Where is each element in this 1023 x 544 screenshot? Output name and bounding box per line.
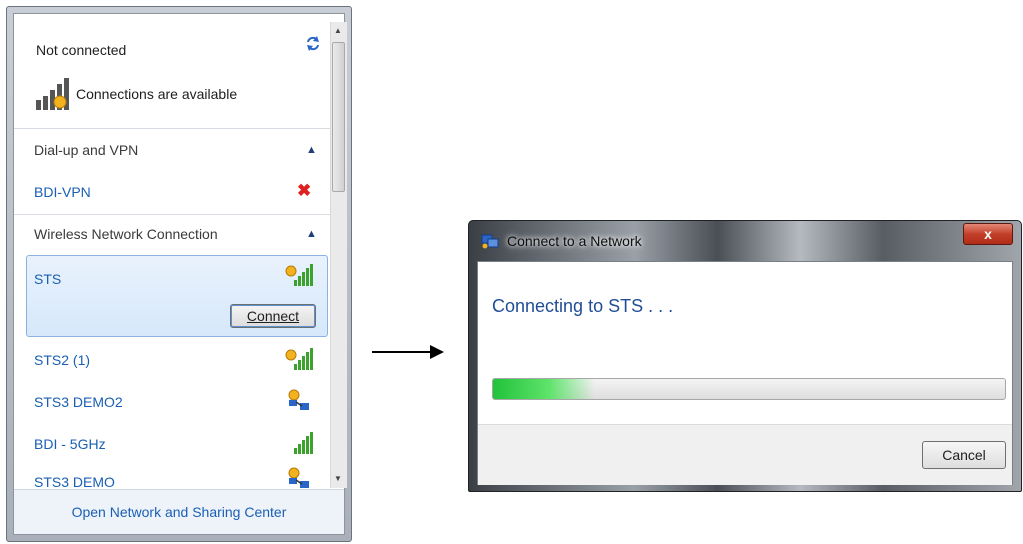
scroll-up-arrow-icon[interactable]: ▲ xyxy=(334,26,342,35)
network-item-sts3-demo2[interactable]: STS3 DEMO2 xyxy=(34,394,123,410)
network-flyout: Not connected Connections are available … xyxy=(6,6,352,542)
dialog-title: Connect to a Network xyxy=(507,233,642,249)
progress-bar xyxy=(492,378,1006,400)
connecting-message: Connecting to STS . . . xyxy=(492,296,674,316)
adhoc-network-icon xyxy=(286,466,312,488)
progress-bar-fill xyxy=(493,379,596,399)
connect-to-network-dialog: Connect to a Network x Connecting to STS… xyxy=(468,220,1022,492)
section-header-wireless[interactable]: Wireless Network Connection xyxy=(34,226,218,242)
connection-status-subtitle: Connections are available xyxy=(76,86,238,102)
dialog-body: Connecting to STS . . . Cancel xyxy=(477,261,1013,485)
network-item-sts2[interactable]: STS2 (1) xyxy=(34,352,90,368)
vertical-scrollbar[interactable]: ▲ ▼ xyxy=(330,22,347,488)
scroll-down-arrow-icon[interactable]: ▼ xyxy=(334,474,342,483)
collapse-chevron-icon[interactable]: ▲ xyxy=(306,144,317,156)
wifi-signal-icon xyxy=(284,262,314,293)
flow-arrow-head-icon xyxy=(430,345,444,359)
network-list-panel: Not connected Connections are available … xyxy=(13,13,347,535)
scrollbar-thumb[interactable] xyxy=(332,42,345,192)
adhoc-network-icon xyxy=(286,388,312,419)
section-header-dialup[interactable]: Dial-up and VPN xyxy=(34,142,138,158)
signal-bars-star-icon xyxy=(34,76,74,117)
dialog-footer: Cancel xyxy=(478,424,1012,485)
connect-button-label: Connect xyxy=(246,308,300,324)
connection-status-title: Not connected xyxy=(36,42,127,58)
wifi-signal-icon xyxy=(284,430,314,461)
network-item-sts3-demo[interactable]: STS3 DEMO xyxy=(34,474,115,488)
close-button[interactable]: x xyxy=(963,223,1013,245)
network-name-sts[interactable]: STS xyxy=(34,271,61,287)
connect-button[interactable]: Connect xyxy=(230,304,316,328)
open-network-sharing-center-link[interactable]: Open Network and Sharing Center xyxy=(14,504,344,520)
cancel-button[interactable]: Cancel xyxy=(922,441,1006,469)
flyout-footer: Open Network and Sharing Center xyxy=(14,489,344,534)
red-x-icon: ✖ xyxy=(297,181,312,200)
flow-arrow-line xyxy=(372,351,432,353)
wifi-signal-icon xyxy=(284,346,314,377)
refresh-icon[interactable] xyxy=(304,34,322,57)
collapse-chevron-icon[interactable]: ▲ xyxy=(306,228,317,240)
network-item-bdi-5ghz[interactable]: BDI - 5GHz xyxy=(34,436,106,452)
divider xyxy=(14,128,330,129)
network-item-bdi-vpn[interactable]: BDI-VPN xyxy=(34,184,91,200)
network-dialog-icon xyxy=(481,233,499,249)
divider xyxy=(14,214,330,215)
